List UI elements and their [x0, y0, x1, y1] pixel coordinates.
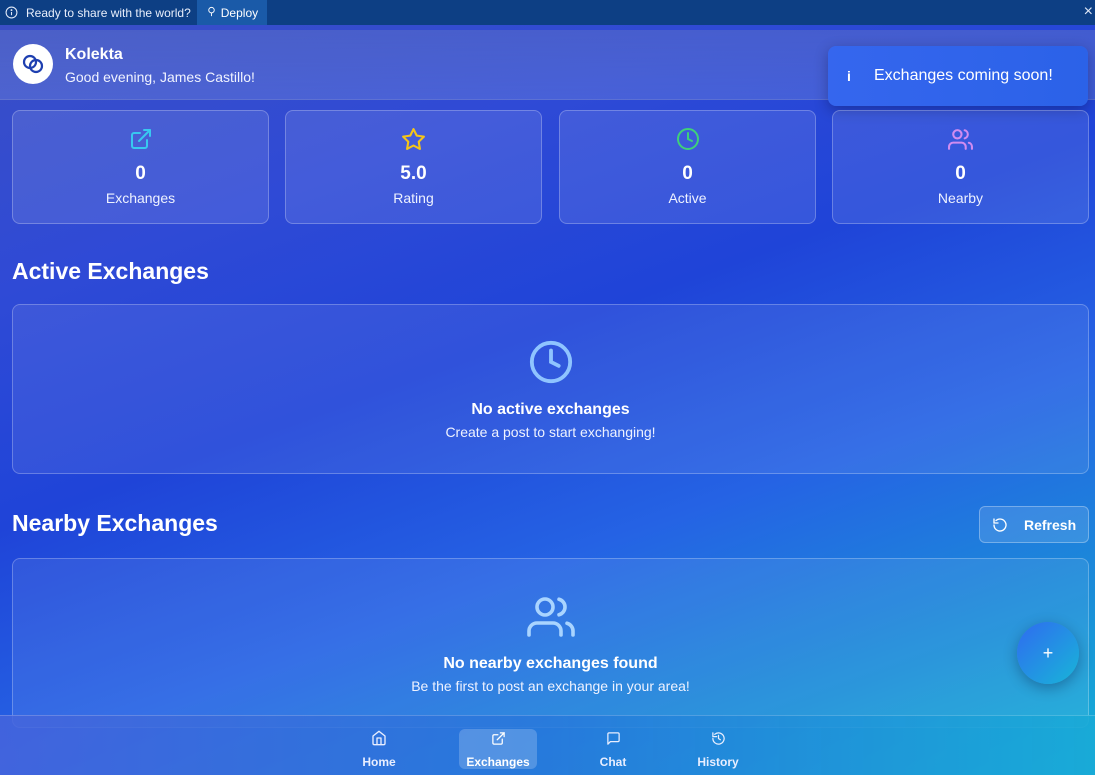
nav-label: Home: [362, 755, 396, 769]
stat-card-exchanges: 0 Exchanges: [12, 110, 269, 224]
stat-card-nearby: 0 Nearby: [832, 110, 1089, 224]
nav-home[interactable]: Home: [359, 729, 399, 769]
nav-label: Chat: [599, 755, 627, 769]
refresh-icon: [992, 517, 1008, 533]
rocket-icon: [206, 6, 217, 20]
info-icon: i: [847, 68, 851, 84]
external-link-icon: [491, 729, 506, 747]
nearby-exchanges-panel: No nearby exchanges found Be the first t…: [12, 558, 1089, 728]
stat-value: 0: [682, 163, 693, 184]
stat-label: Active: [668, 190, 707, 206]
app-logo: [13, 44, 53, 84]
refresh-label: Refresh: [1024, 516, 1077, 533]
toast-notification: i Exchanges coming soon!: [828, 46, 1088, 106]
create-post-button[interactable]: +: [1017, 622, 1079, 684]
stat-value: 5.0: [400, 163, 427, 184]
empty-title: No active exchanges: [471, 401, 630, 418]
stat-value: 0: [135, 163, 146, 184]
chat-icon: [606, 729, 621, 747]
nav-label: History: [697, 755, 739, 769]
deploy-label: Deploy: [220, 5, 259, 20]
stat-card-rating: 5.0 Rating: [285, 110, 542, 224]
clock-icon: [13, 339, 1088, 385]
empty-subtitle: Be the first to post an exchange in your…: [411, 678, 690, 694]
empty-title: No nearby exchanges found: [443, 655, 658, 672]
bottom-nav: Home Exchanges Chat History: [0, 715, 1095, 775]
active-exchanges-panel: No active exchanges Create a post to sta…: [12, 304, 1089, 474]
stat-label: Exchanges: [105, 190, 176, 206]
users-icon: [833, 127, 1088, 153]
deploy-banner: Ready to share with the world? Deploy ×: [0, 0, 1095, 25]
empty-subtitle: Create a post to start exchanging!: [445, 424, 656, 440]
stat-value: 0: [955, 163, 966, 184]
nearby-exchanges-title: Nearby Exchanges: [12, 510, 218, 536]
nav-chat[interactable]: Chat: [593, 729, 633, 769]
users-icon: [13, 593, 1088, 641]
nav-exchanges[interactable]: Exchanges: [459, 729, 537, 769]
stat-card-active: 0 Active: [559, 110, 816, 224]
home-icon: [371, 729, 387, 747]
active-exchanges-title: Active Exchanges: [12, 258, 209, 284]
clock-icon: [560, 127, 815, 153]
app-name: Kolekta: [65, 46, 123, 63]
refresh-button[interactable]: Refresh: [979, 506, 1089, 543]
history-icon: [711, 729, 726, 747]
stat-label: Nearby: [937, 190, 984, 206]
greeting: Good evening, James Castillo!: [65, 69, 255, 85]
banner-text: Ready to share with the world?: [26, 5, 191, 20]
plus-icon: +: [1042, 642, 1054, 663]
info-icon: [4, 6, 18, 20]
star-icon: [286, 127, 541, 153]
deploy-button[interactable]: Deploy: [196, 0, 268, 25]
close-icon[interactable]: ×: [1084, 4, 1093, 20]
nav-history[interactable]: History: [693, 729, 743, 769]
toast-text: Exchanges coming soon!: [874, 67, 1053, 84]
nav-label: Exchanges: [466, 755, 530, 769]
stat-label: Rating: [393, 190, 434, 206]
external-link-icon: [13, 127, 268, 153]
